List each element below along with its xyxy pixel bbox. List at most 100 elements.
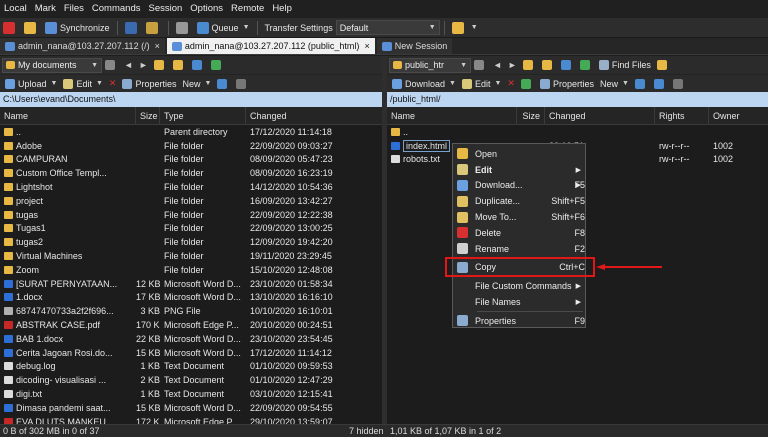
menu-item-delete[interactable]: Delete F8 xyxy=(453,225,585,241)
local-new-button[interactable]: New ▼ xyxy=(180,75,215,93)
table-row[interactable]: [SURAT PERNYATAAN... 12 KB Microsoft Word … xyxy=(0,277,382,291)
local-root-button[interactable] xyxy=(170,56,189,74)
close-icon[interactable]: × xyxy=(364,41,369,51)
queue-button[interactable]: Queue ▼ xyxy=(194,19,253,37)
menu-item-download[interactable]: Download... F5 ▶ xyxy=(453,178,585,194)
table-row[interactable]: tugas2 File folder 12/09/2020 19:42:20 xyxy=(0,235,382,249)
local-filter-button[interactable] xyxy=(102,56,121,74)
table-row[interactable]: tugas File folder 22/09/2020 12:22:38 xyxy=(0,208,382,222)
preferences-button[interactable] xyxy=(173,19,194,37)
console-button[interactable] xyxy=(122,19,143,37)
col-size[interactable]: Size xyxy=(517,106,545,125)
remote-location-select[interactable]: public_htr ▼ xyxy=(389,57,471,73)
menu-files[interactable]: Files xyxy=(60,0,88,18)
table-row[interactable]: .. xyxy=(387,125,768,139)
remote-select-all-button[interactable] xyxy=(632,75,651,93)
remote-properties-button[interactable]: Properties xyxy=(537,75,597,93)
tab-session-root[interactable]: admin_nana@103.27.207.112 (/) × xyxy=(0,38,165,54)
menu-item-open[interactable]: Open xyxy=(453,146,585,162)
local-home-button[interactable] xyxy=(189,56,208,74)
transfer-options-button[interactable]: ▼ xyxy=(449,19,481,37)
menu-session[interactable]: Session xyxy=(144,0,186,18)
remote-bookmark-button[interactable] xyxy=(654,56,673,74)
table-row[interactable]: Cerita Jagoan Rosi.do... 15 KB Microsoft W… xyxy=(0,346,382,360)
download-button[interactable]: Download ▼ xyxy=(389,75,459,93)
menu-item-move-to[interactable]: Move To... Shift+F6 xyxy=(453,209,585,225)
menu-local[interactable]: Local xyxy=(0,0,31,18)
putty-button[interactable] xyxy=(143,19,164,37)
menu-item-file-custom-commands[interactable]: File Custom Commands ▶ xyxy=(453,278,585,294)
col-name[interactable]: Name xyxy=(0,106,136,125)
col-changed[interactable]: Changed xyxy=(246,107,382,125)
remote-refresh-button[interactable] xyxy=(577,56,596,74)
table-row[interactable]: Lightshot File folder 14/12/2020 10:54:36 xyxy=(0,180,382,194)
remote-filter-mask-button[interactable] xyxy=(670,75,689,93)
remote-delete-button[interactable]: ✕ xyxy=(504,75,518,93)
menu-item-edit[interactable]: Edit ▶ xyxy=(453,162,585,178)
local-location-select[interactable]: My documents ▼ xyxy=(2,57,102,73)
menu-item-duplicate[interactable]: Duplicate... Shift+F5 xyxy=(453,193,585,209)
table-row[interactable]: Zoom File folder 15/10/2020 12:48:08 xyxy=(0,263,382,277)
col-size[interactable]: Size xyxy=(136,106,160,125)
col-changed[interactable]: Changed xyxy=(545,106,655,125)
close-icon[interactable]: × xyxy=(155,41,160,51)
remote-filter-button[interactable] xyxy=(471,56,490,74)
table-row[interactable]: CAMPURAN File folder 08/09/2020 05:47:23 xyxy=(0,153,382,167)
col-owner[interactable]: Owner xyxy=(709,107,768,125)
remote-rename-button[interactable] xyxy=(518,75,537,93)
local-forward-button[interactable]: ► xyxy=(136,56,151,74)
remote-edit-button[interactable]: Edit ▼ xyxy=(459,75,504,93)
col-type[interactable]: Type xyxy=(160,106,246,125)
menu-remote[interactable]: Remote xyxy=(227,0,268,18)
menu-item-rename[interactable]: Rename F2 xyxy=(453,241,585,257)
table-row[interactable]: ABSTRAK CASE.pdf 170 KB Microsoft Edge P..… xyxy=(0,318,382,332)
remote-new-button[interactable]: New ▼ xyxy=(597,75,632,93)
remote-root-button[interactable] xyxy=(539,56,558,74)
remote-path-bar[interactable]: /public_html/ xyxy=(387,92,768,107)
menu-item-file-names[interactable]: File Names ▶ xyxy=(453,294,585,310)
tab-session-public-html[interactable]: admin_nana@103.27.207.112 (public_html) × xyxy=(166,38,375,54)
menu-item-properties[interactable]: Properties F9 xyxy=(453,313,585,329)
synchronize-button[interactable]: Synchronize xyxy=(42,19,113,37)
local-edit-button[interactable]: Edit ▼ xyxy=(60,75,105,93)
local-refresh-button[interactable] xyxy=(208,56,227,74)
find-files-button[interactable]: Find Files xyxy=(596,56,654,74)
remote-home-button[interactable] xyxy=(558,56,577,74)
tab-new-session[interactable]: New Session xyxy=(376,38,453,54)
local-parent-button[interactable] xyxy=(151,56,170,74)
menu-commands[interactable]: Commands xyxy=(88,0,145,18)
remote-parent-button[interactable] xyxy=(520,56,539,74)
table-row[interactable]: project File folder 16/09/2020 13:42:27 xyxy=(0,194,382,208)
local-delete-button[interactable]: ✕ xyxy=(106,75,120,93)
table-row[interactable]: Virtual Machines File folder 19/11/2020 23… xyxy=(0,249,382,263)
remote-forward-button[interactable]: ► xyxy=(505,56,520,74)
transfer-settings-select[interactable]: Default ▼ xyxy=(335,20,440,35)
remote-unselect-button[interactable] xyxy=(651,75,670,93)
table-row[interactable]: .. Parent directory 17/12/2020 11:14:18 xyxy=(0,125,382,139)
table-row[interactable]: BAB 1.docx 22 KB Microsoft Word D... 23/10/… xyxy=(0,332,382,346)
table-row[interactable]: dicoding- visualisasi ... 2 KB Text Docume… xyxy=(0,373,382,387)
table-row[interactable]: Tugas1 File folder 22/09/2020 13:00:25 xyxy=(0,222,382,236)
table-row[interactable]: debug.log 1 KB Text Document 01/10/2020 09:… xyxy=(0,360,382,374)
table-row[interactable]: Custom Office Templ... File folder 08/09/2… xyxy=(0,166,382,180)
table-row[interactable]: Dimasa pandemi saat... 15 KB Microsoft Wor… xyxy=(0,401,382,415)
remote-back-button[interactable]: ◄ xyxy=(490,56,505,74)
table-row[interactable]: EVA DI UTS MANKEU 172 KB Microsoft Edge P.… xyxy=(0,415,382,424)
menu-help[interactable]: Help xyxy=(268,0,296,18)
menu-options[interactable]: Options xyxy=(186,0,227,18)
col-name[interactable]: Name xyxy=(387,106,517,125)
local-invert-button[interactable] xyxy=(233,75,252,93)
table-row[interactable]: 68747470733a2f2f696... 3 KB PNG File 10/10/… xyxy=(0,304,382,318)
local-properties-button[interactable]: Properties xyxy=(119,75,179,93)
menu-mark[interactable]: Mark xyxy=(31,0,60,18)
table-row[interactable]: digi.txt 1 KB Text Document 03/10/2020 12:1… xyxy=(0,387,382,401)
table-row[interactable]: Adobe File folder 22/09/2020 09:03:27 xyxy=(0,139,382,153)
local-path-bar[interactable]: C:\Users\evand\Documents\ xyxy=(0,92,382,107)
add-button[interactable] xyxy=(0,19,21,37)
table-row[interactable]: 1.docx 17 KB Microsoft Word D... 13/10/2020… xyxy=(0,291,382,305)
local-back-button[interactable]: ◄ xyxy=(121,56,136,74)
col-rights[interactable]: Rights xyxy=(655,106,709,125)
upload-button[interactable]: Upload ▼ xyxy=(2,75,60,93)
local-select-all-button[interactable] xyxy=(214,75,233,93)
compare-button[interactable] xyxy=(21,19,42,37)
